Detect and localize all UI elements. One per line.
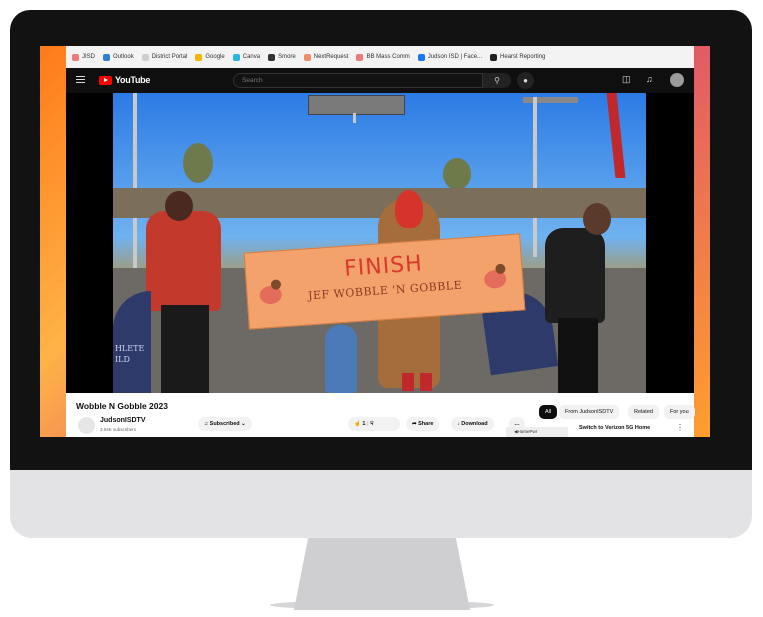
bookmark-label: Canva <box>242 54 261 60</box>
bookmark-item[interactable]: NextRequest <box>303 53 349 61</box>
bookmark-favicon-icon <box>103 53 111 61</box>
red-flag <box>606 93 626 178</box>
menu-icon[interactable] <box>76 76 85 85</box>
video-frame[interactable]: HLETE ILD FINISH JEF WOBBLE 'N GOBBLE <box>113 93 646 393</box>
bookmark-item[interactable]: JISD <box>72 53 96 61</box>
download-icon: ↓ <box>457 421 460 427</box>
download-label: Download <box>461 421 488 427</box>
chip-related[interactable]: Related <box>628 405 659 419</box>
microphone-icon[interactable]: ● <box>517 72 534 89</box>
sign-post <box>353 113 356 123</box>
bookmark-favicon-icon <box>490 53 498 61</box>
subscriber-count: 3.04K subscribers <box>100 427 137 432</box>
bookmark-favicon-icon <box>232 53 240 61</box>
youtube-logo-text: YouTube <box>115 75 151 85</box>
bookmark-item[interactable]: District Portal <box>141 53 188 61</box>
recommendation-title[interactable]: Switch to Verizon 5G Home <box>579 425 650 431</box>
chip-from-channel[interactable]: From JudsonISDTV <box>559 405 620 419</box>
turkey-head <box>395 190 423 228</box>
thumbs-up-icon: ☝ <box>354 421 361 427</box>
account-avatar[interactable] <box>670 73 684 87</box>
like-dislike-button[interactable]: ☝ 1 | ☟ <box>348 417 400 431</box>
bookmark-label: Google <box>205 54 225 60</box>
chevron-down-icon: ⌄ <box>241 421 246 427</box>
bookmark-item[interactable]: Hearst Reporting <box>490 53 546 61</box>
person-right-head <box>583 203 611 235</box>
channel-avatar[interactable] <box>78 417 95 434</box>
bookmark-item[interactable]: Judson ISD | Face... <box>417 53 483 61</box>
bookmark-item[interactable]: BB Mass Comm <box>356 53 410 61</box>
bookmark-item[interactable]: Canva <box>232 53 261 61</box>
light-pole <box>133 93 137 273</box>
chip-all[interactable]: All <box>539 405 558 419</box>
bookmark-label: District Portal <box>151 54 188 60</box>
bookmark-favicon-icon <box>195 53 203 61</box>
video-title: Wobble N Gobble 2023 <box>76 401 168 411</box>
turkey-cartoon-icon <box>481 263 515 293</box>
share-label: Share <box>418 421 434 427</box>
monitor-stand <box>294 538 470 610</box>
child <box>325 325 357 393</box>
subscribed-label: Subscribed <box>209 421 240 427</box>
search-icon[interactable]: ⚲ <box>483 73 511 88</box>
bookmark-label: JISD <box>82 54 96 60</box>
traffic-arm <box>523 97 578 103</box>
overhead-sign <box>308 95 405 115</box>
turkey-foot <box>420 373 432 391</box>
bookmark-favicon-icon <box>417 53 425 61</box>
bookmark-label: Hearst Reporting <box>500 54 546 60</box>
bookmark-favicon-icon <box>141 53 149 61</box>
person-left-head <box>165 191 193 221</box>
turkey-foot <box>402 373 414 391</box>
recommendation-menu-icon[interactable]: ⋮ <box>676 423 684 432</box>
sponsor-text-left: HLETE ILD <box>115 344 145 364</box>
bookmark-favicon-icon <box>72 53 79 61</box>
search-input[interactable] <box>233 73 483 88</box>
person-left-legs <box>161 305 209 393</box>
bookmark-label: Judson ISD | Face... <box>427 54 483 60</box>
traffic-pole <box>533 97 537 257</box>
bookmark-favicon-icon <box>268 53 276 61</box>
download-button[interactable]: ↓ Download <box>451 417 494 431</box>
bookmark-label: Smore <box>278 54 296 60</box>
bookmark-favicon-icon <box>356 53 364 61</box>
bookmark-item[interactable]: Google <box>195 53 225 61</box>
person-right <box>545 228 605 323</box>
tree <box>183 143 213 183</box>
share-icon: ➦ <box>412 421 417 427</box>
youtube-play-icon <box>99 75 112 85</box>
bookmark-label: BB Mass Comm <box>366 54 410 60</box>
share-button[interactable]: ➦ Share <box>406 417 440 431</box>
person-left <box>146 211 221 311</box>
bookmark-favicon-icon <box>303 53 311 61</box>
bookmark-label: NextRequest <box>313 54 349 60</box>
turkey-cartoon-icon <box>257 279 291 309</box>
thumbs-down-icon: ☟ <box>370 421 374 427</box>
bookmarks-bar: JISD Outlook District Portal Google Canva Smo… <box>66 46 694 68</box>
bookmark-item[interactable]: Outlook <box>103 53 134 61</box>
divider: | <box>366 421 369 427</box>
chip-for-you[interactable]: For you <box>664 405 695 419</box>
youtube-header: YouTube ⚲ ● ◫ ♫ <box>66 68 694 93</box>
bookmark-item[interactable]: Smore <box>268 53 296 61</box>
create-video-icon[interactable]: ◫ <box>622 74 631 85</box>
bookmark-label: Outlook <box>113 54 134 60</box>
channel-name[interactable]: JudsonISDTV <box>100 417 146 424</box>
person-right-legs <box>558 318 598 393</box>
like-count: 1 <box>362 421 366 427</box>
screen: JISD Outlook District Portal Google Canva Smo… <box>40 46 710 437</box>
monitor-chin <box>10 470 752 538</box>
bell-icon: ♫ <box>204 421 209 427</box>
subscribed-button[interactable]: ♫ Subscribed ⌄ <box>198 417 252 431</box>
notifications-bell-icon[interactable]: ♫ <box>646 74 653 84</box>
tree <box>443 158 471 190</box>
video-info: Wobble N Gobble 2023 JudsonISDTV 3.04K s… <box>66 393 695 437</box>
recommendation-thumbnail[interactable]: ◀HomePwr <box>506 427 568 437</box>
youtube-logo[interactable]: YouTube <box>99 75 150 85</box>
